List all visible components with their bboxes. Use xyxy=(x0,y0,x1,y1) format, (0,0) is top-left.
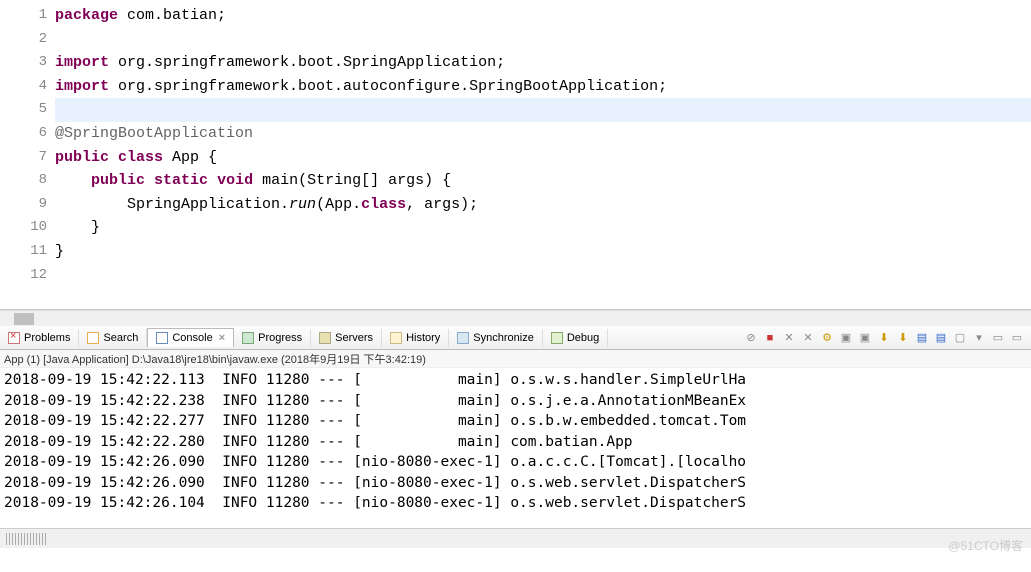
toolbar-button-3[interactable]: ✕ xyxy=(800,330,816,346)
console-launch-info: App (1) [Java Application] D:\Java18\jre… xyxy=(0,350,1031,368)
line-number: 3 xyxy=(0,51,47,75)
code-line[interactable]: } xyxy=(55,216,1031,240)
tab-label: Problems xyxy=(24,332,70,344)
line-number: 8 xyxy=(0,169,47,193)
watermark-text: @51CTO博客 xyxy=(948,537,1023,554)
tab-label: Debug xyxy=(567,332,599,344)
line-number: 9 xyxy=(0,193,47,217)
toolbar-button-5[interactable]: ▣ xyxy=(838,330,854,346)
tab-label: History xyxy=(406,332,440,344)
tab-debug[interactable]: Debug xyxy=(543,329,608,347)
tab-synchronize[interactable]: Synchronize xyxy=(449,329,543,347)
console-line: 2018-09-19 15:42:22.277 INFO 11280 --- [… xyxy=(4,411,1027,432)
console-line: 2018-09-19 15:42:22.238 INFO 11280 --- [… xyxy=(4,391,1027,412)
problems-icon xyxy=(8,332,20,344)
toolbar-button-0[interactable]: ⊘ xyxy=(743,330,759,346)
console-line: 2018-09-19 15:42:26.104 INFO 11280 --- [… xyxy=(4,493,1027,514)
toolbar-button-13[interactable]: ▭ xyxy=(990,330,1006,346)
toolbar-button-9[interactable]: ▤ xyxy=(914,330,930,346)
search-icon xyxy=(87,332,99,344)
console-toolbar: ⊘■✕✕⚙▣▣⬇⬇▤▤▢▾▭▭ xyxy=(743,330,1031,346)
line-number: 7 xyxy=(0,146,47,170)
console-icon xyxy=(156,332,168,344)
code-line[interactable]: public class App { xyxy=(55,146,1031,170)
toolbar-button-2[interactable]: ✕ xyxy=(781,330,797,346)
tab-label: Synchronize xyxy=(473,332,534,344)
toolbar-button-1[interactable]: ■ xyxy=(762,330,778,346)
line-number: 4 xyxy=(0,75,47,99)
code-line[interactable]: package com.batian; xyxy=(55,4,1031,28)
views-tab-bar: Problems Search Console × Progress Servers His… xyxy=(0,326,1031,350)
code-editor[interactable]: 123456789101112 package com.batian; impo… xyxy=(0,0,1031,310)
line-number: 2 xyxy=(0,28,47,52)
line-number-gutter: 123456789101112 xyxy=(0,0,55,309)
tab-progress[interactable]: Progress xyxy=(234,329,311,347)
code-line[interactable] xyxy=(55,98,1031,122)
code-line[interactable]: @SpringBootApplication xyxy=(55,122,1031,146)
tab-history[interactable]: History xyxy=(382,329,449,347)
code-line[interactable] xyxy=(55,264,1031,288)
code-line[interactable]: import org.springframework.boot.autoconf… xyxy=(55,75,1031,99)
line-number: 1 xyxy=(0,4,47,28)
code-line[interactable]: public static void main(String[] args) { xyxy=(55,169,1031,193)
scrollbar-thumb[interactable] xyxy=(14,313,34,325)
console-line: 2018-09-19 15:42:26.090 INFO 11280 --- [… xyxy=(4,452,1027,473)
console-line: 2018-09-19 15:42:26.090 INFO 11280 --- [… xyxy=(4,473,1027,494)
toolbar-button-14[interactable]: ▭ xyxy=(1009,330,1025,346)
synchronize-icon xyxy=(457,332,469,344)
line-number: 5 xyxy=(0,98,47,122)
tab-label: Search xyxy=(103,332,138,344)
tab-label: Console xyxy=(172,332,212,344)
console-output[interactable]: 2018-09-19 15:42:22.113 INFO 11280 --- [… xyxy=(0,368,1031,528)
tab-console[interactable]: Console × xyxy=(147,328,234,347)
console-line: 2018-09-19 15:42:22.113 INFO 11280 --- [… xyxy=(4,370,1027,391)
console-line: 2018-09-19 15:42:22.280 INFO 11280 --- [… xyxy=(4,432,1027,453)
toolbar-button-7[interactable]: ⬇ xyxy=(876,330,892,346)
code-line[interactable]: import org.springframework.boot.SpringAp… xyxy=(55,51,1031,75)
tab-search[interactable]: Search xyxy=(79,329,147,347)
history-icon xyxy=(390,332,402,344)
editor-horizontal-scrollbar[interactable] xyxy=(0,310,1031,326)
status-bar xyxy=(0,528,1031,548)
toolbar-button-6[interactable]: ▣ xyxy=(857,330,873,346)
code-line[interactable]: SpringApplication.run(App.class, args); xyxy=(55,193,1031,217)
resize-handle[interactable] xyxy=(6,533,46,545)
tab-label: Servers xyxy=(335,332,373,344)
tab-servers[interactable]: Servers xyxy=(311,329,382,347)
tab-label: Progress xyxy=(258,332,302,344)
line-number: 6 xyxy=(0,122,47,146)
progress-icon xyxy=(242,332,254,344)
line-number: 11 xyxy=(0,240,47,264)
line-number: 12 xyxy=(0,264,47,288)
toolbar-button-4[interactable]: ⚙ xyxy=(819,330,835,346)
code-line[interactable] xyxy=(55,28,1031,52)
debug-icon xyxy=(551,332,563,344)
code-line[interactable]: } xyxy=(55,240,1031,264)
toolbar-button-10[interactable]: ▤ xyxy=(933,330,949,346)
toolbar-button-11[interactable]: ▢ xyxy=(952,330,968,346)
tab-problems[interactable]: Problems xyxy=(0,329,79,347)
code-content[interactable]: package com.batian; import org.springfra… xyxy=(55,0,1031,309)
toolbar-button-12[interactable]: ▾ xyxy=(971,330,987,346)
toolbar-button-8[interactable]: ⬇ xyxy=(895,330,911,346)
line-number: 10 xyxy=(0,216,47,240)
close-icon[interactable]: × xyxy=(219,332,225,344)
servers-icon xyxy=(319,332,331,344)
